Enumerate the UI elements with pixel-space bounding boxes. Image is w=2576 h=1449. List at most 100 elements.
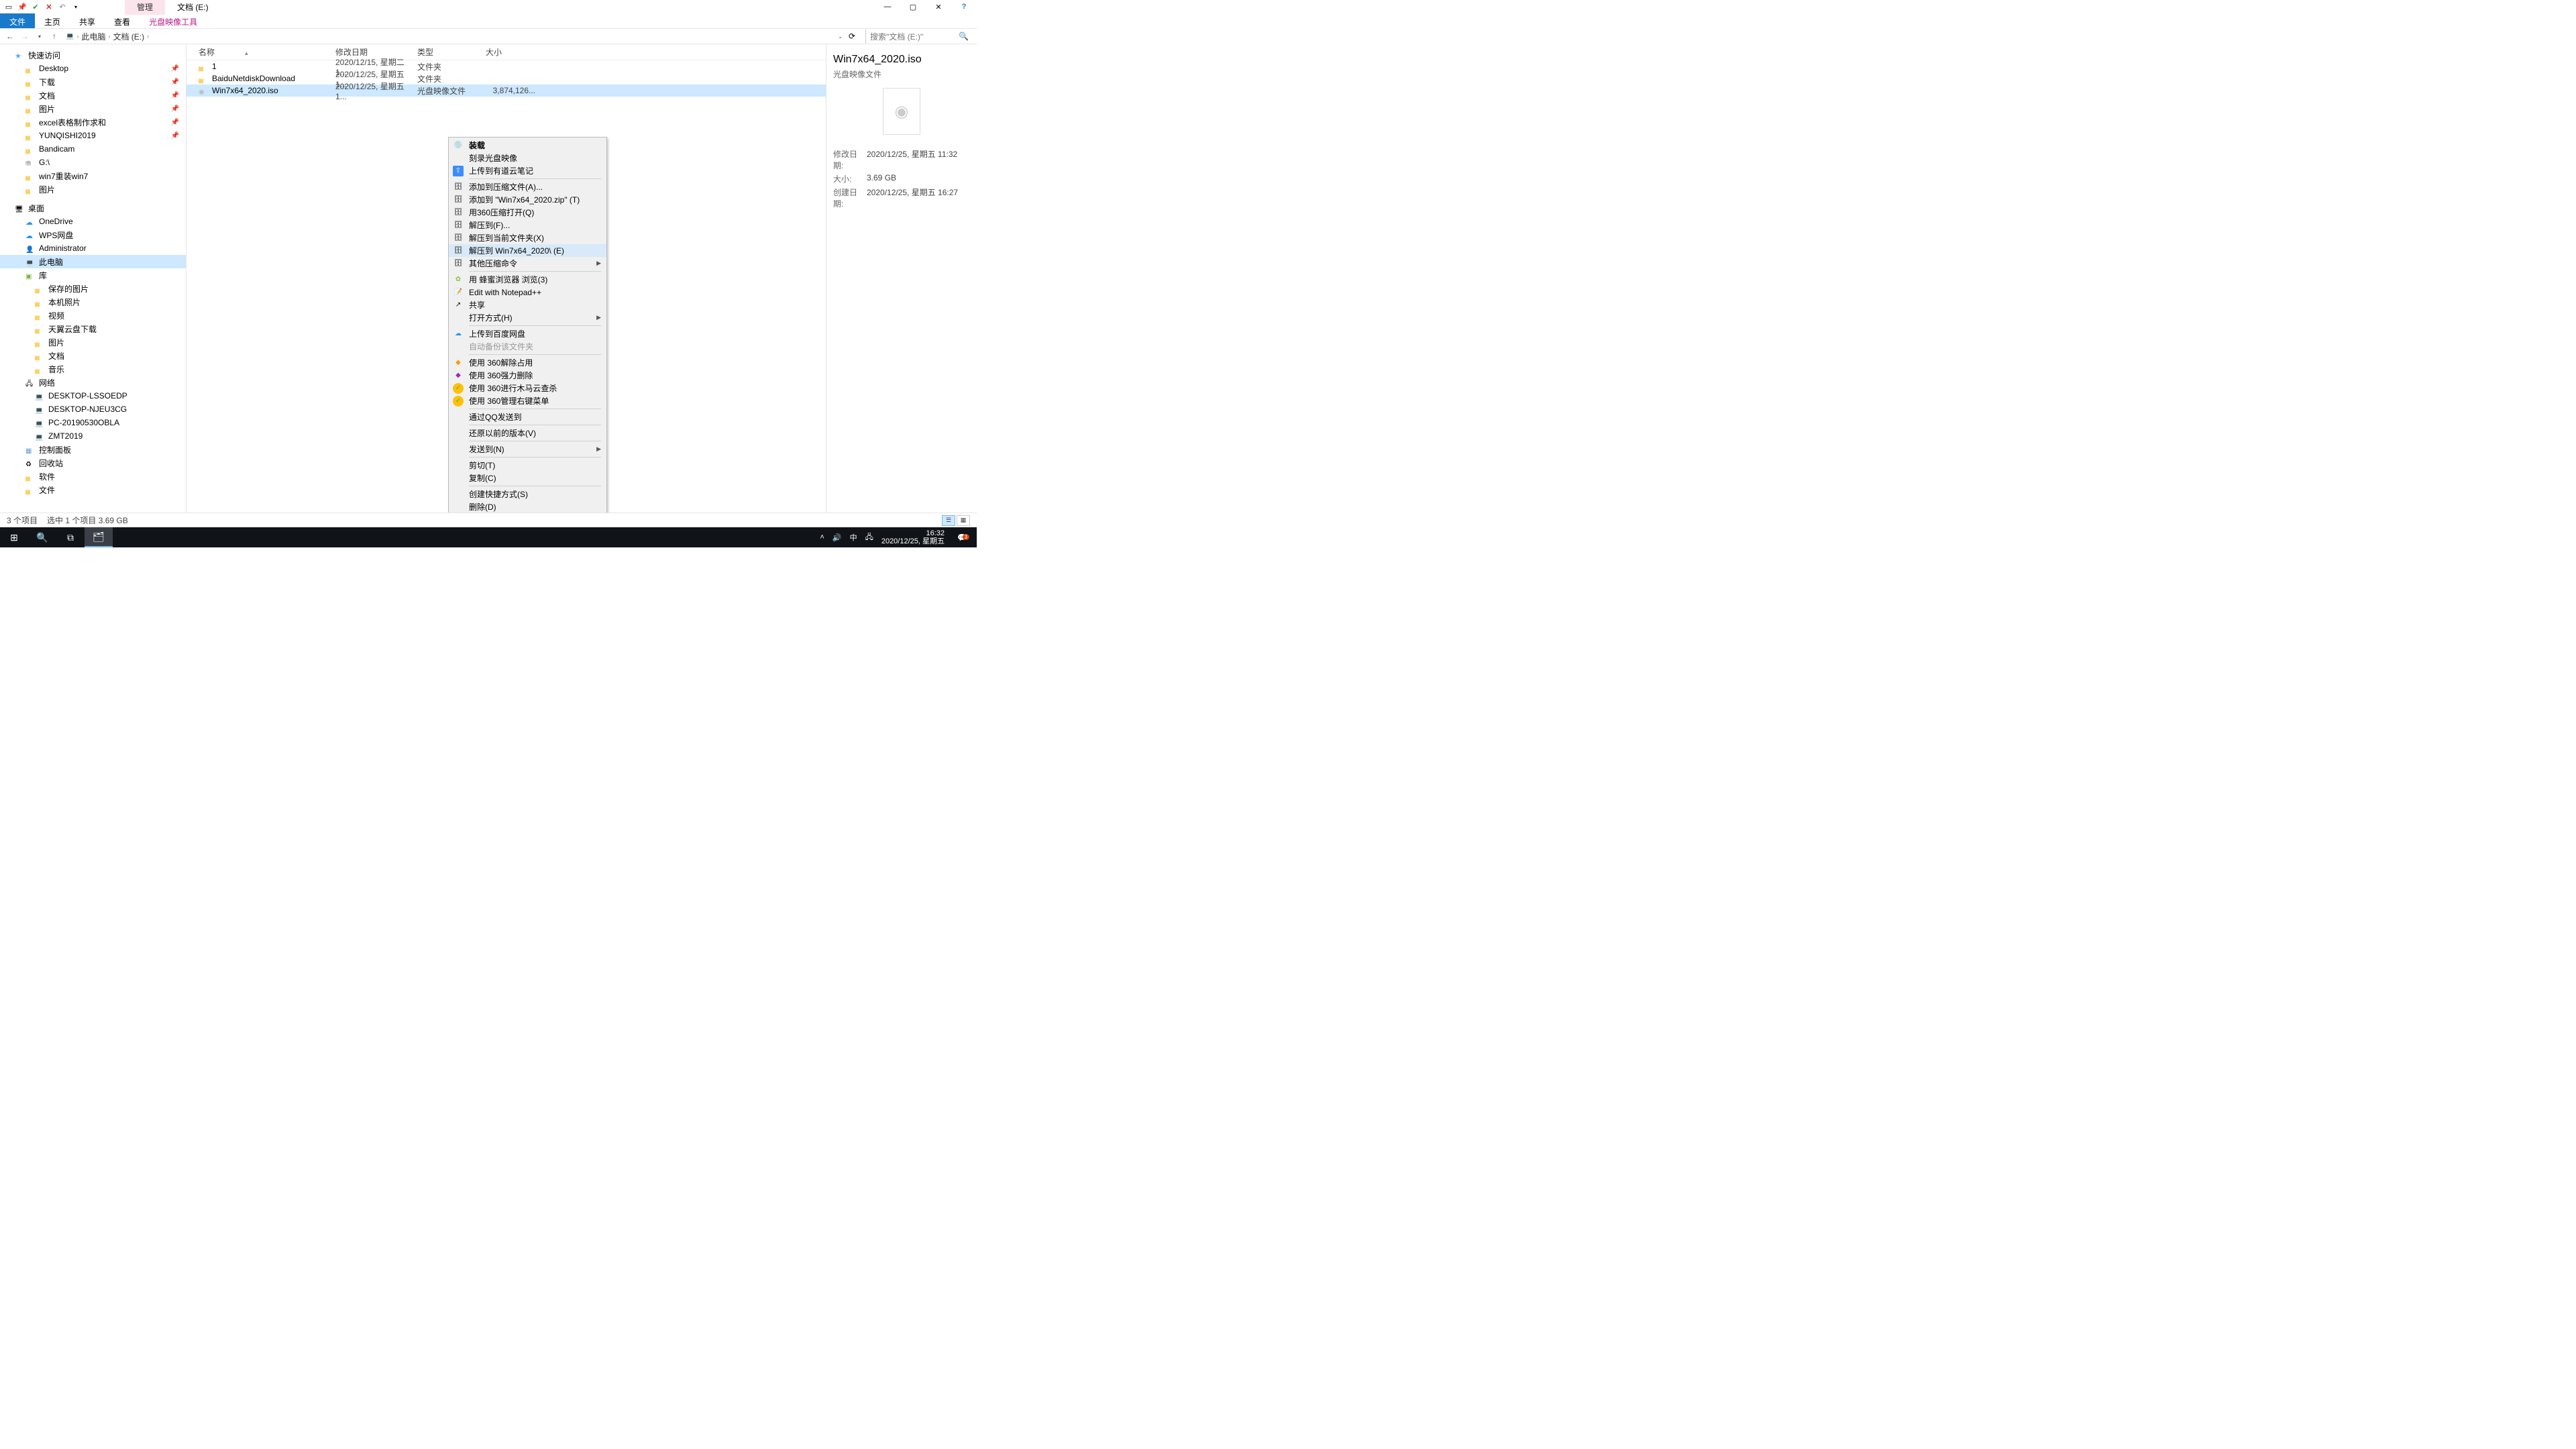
breadcrumb[interactable]: 💻 › 此电脑 › 文档 (E:) › <box>63 31 835 42</box>
tree-music[interactable]: 音乐 <box>0 362 186 376</box>
close-button[interactable]: ✕ <box>926 0 951 13</box>
tree-controlpanel[interactable]: 控制面板 <box>0 443 186 456</box>
nav-history-dropdown[interactable]: ▾ <box>34 34 46 40</box>
menu-extract-named[interactable]: 🗄解压到 Win7x64_2020\ (E) <box>449 244 606 257</box>
breadcrumb-thispc[interactable]: 此电脑 <box>81 31 105 42</box>
navigation-tree[interactable]: 快速访问 Desktop📌 下载📌 文档📌 图片📌 excel表格制作求和📌 Y… <box>0 44 186 514</box>
ribbon-tab-home[interactable]: 主页 <box>35 13 70 28</box>
ribbon-tab-file[interactable]: 文件 <box>0 13 35 28</box>
nav-up-button[interactable]: ↑ <box>48 32 60 41</box>
menu-extract-to[interactable]: 🗄解压到(F)... <box>449 219 606 231</box>
refresh-button[interactable]: ⟳ <box>845 32 859 41</box>
tree-desktop-root[interactable]: 桌面 <box>0 201 186 215</box>
help-button[interactable]: ? <box>951 0 977 13</box>
menu-mount[interactable]: 💿装载 <box>449 139 606 152</box>
ribbon-tab-disctools[interactable]: 光盘映像工具 <box>140 13 207 28</box>
view-icons-button[interactable]: ▦ <box>957 515 970 526</box>
menu-add-zip[interactable]: 🗄添加到 "Win7x64_2020.zip" (T) <box>449 193 606 206</box>
tray-chevron-icon[interactable]: ˄ <box>820 533 824 541</box>
tree-excel[interactable]: excel表格制作求和📌 <box>0 115 186 129</box>
nav-forward-button[interactable]: → <box>19 32 31 41</box>
file-row[interactable]: 12020/12/15, 星期二 1...文件夹 <box>186 60 826 72</box>
tree-recyclebin[interactable]: 回收站 <box>0 456 186 470</box>
tree-pics3[interactable]: 图片 <box>0 335 186 349</box>
tree-bandicam[interactable]: Bandicam <box>0 142 186 156</box>
menu-qq-send[interactable]: 通过QQ发送到 <box>449 411 606 423</box>
ribbon-tab-view[interactable]: 查看 <box>105 13 140 28</box>
tree-files[interactable]: 文件 <box>0 483 186 496</box>
tray-clock[interactable]: 16:32 2020/12/25, 星期五 <box>881 529 945 545</box>
menu-360-manage[interactable]: ✓使用 360管理右键菜单 <box>449 394 606 407</box>
menu-bee-browser[interactable]: ✿用 蜂蜜浏览器 浏览(3) <box>449 273 606 286</box>
tree-localpics[interactable]: 本机照片 <box>0 295 186 309</box>
file-row[interactable]: Win7x64_2020.iso2020/12/25, 星期五 1...光盘映像… <box>186 85 826 97</box>
menu-notepad[interactable]: 📝Edit with Notepad++ <box>449 286 606 299</box>
menu-copy[interactable]: 复制(C) <box>449 472 606 484</box>
taskview-button[interactable]: ⧉ <box>56 527 85 547</box>
context-tab-manage[interactable]: 管理 <box>125 0 165 15</box>
tree-videos[interactable]: 视频 <box>0 309 186 322</box>
tree-library[interactable]: 库 <box>0 268 186 282</box>
qat-pin-icon[interactable]: 📌 <box>16 1 28 13</box>
tray-ime-indicator[interactable]: 中 <box>850 532 857 543</box>
menu-restore-version[interactable]: 还原以前的版本(V) <box>449 427 606 439</box>
tree-net-pc4[interactable]: ZMT2019 <box>0 429 186 443</box>
tree-onedrive[interactable]: OneDrive <box>0 215 186 228</box>
qat-delete-icon[interactable]: ✕ <box>43 1 55 13</box>
menu-burn[interactable]: 刻录光盘映像 <box>449 152 606 164</box>
menu-open-360zip[interactable]: 🗄用360压缩打开(Q) <box>449 206 606 219</box>
file-row[interactable]: BaiduNetdiskDownload2020/12/25, 星期五 1...… <box>186 72 826 85</box>
tree-yunqishi[interactable]: YUNQISHI2019📌 <box>0 129 186 142</box>
tree-net-pc2[interactable]: DESKTOP-NJEU3CG <box>0 402 186 416</box>
menu-baidu-upload[interactable]: ☁上传到百度网盘 <box>449 327 606 340</box>
tree-net-pc3[interactable]: PC-20190530OBLA <box>0 416 186 429</box>
tree-pictures2[interactable]: 图片 <box>0 182 186 196</box>
view-details-button[interactable]: ☰ <box>942 515 955 526</box>
tray-volume-icon[interactable]: 🔊 <box>833 533 842 542</box>
tree-admin[interactable]: Administrator <box>0 241 186 255</box>
tree-network[interactable]: 网络 <box>0 376 186 389</box>
menu-shortcut[interactable]: 创建快捷方式(S) <box>449 488 606 500</box>
menu-delete[interactable]: 删除(D) <box>449 500 606 513</box>
qat-check-icon[interactable]: ✔ <box>30 1 42 13</box>
ribbon-tab-share[interactable]: 共享 <box>70 13 105 28</box>
tree-downloads[interactable]: 下载📌 <box>0 75 186 89</box>
tree-software[interactable]: 软件 <box>0 470 186 483</box>
search-task-button[interactable]: 🔍 <box>28 527 56 547</box>
menu-cut[interactable]: 剪切(T) <box>449 459 606 472</box>
tray-notifications[interactable]: 💬3 <box>953 533 971 542</box>
tree-net-pc1[interactable]: DESKTOP-LSSOEDP <box>0 389 186 402</box>
minimize-button[interactable]: — <box>875 0 900 13</box>
tree-win7reinstall[interactable]: win7重装win7 <box>0 169 186 182</box>
tree-pictures[interactable]: 图片📌 <box>0 102 186 115</box>
nav-back-button[interactable]: ← <box>4 32 16 41</box>
column-type[interactable]: 类型 <box>417 46 486 58</box>
menu-share[interactable]: ↗共享 <box>449 299 606 311</box>
menu-360-forcedelete[interactable]: ◆使用 360强力删除 <box>449 369 606 382</box>
tree-savedpics[interactable]: 保存的图片 <box>0 282 186 295</box>
tree-gdrive[interactable]: G:\ <box>0 156 186 169</box>
menu-send-to[interactable]: 发送到(N)▶ <box>449 443 606 455</box>
qat-undo-icon[interactable]: ↶ <box>56 1 68 13</box>
tree-tianyi[interactable]: 天翼云盘下载 <box>0 322 186 335</box>
menu-youdao[interactable]: ⇧上传到有道云笔记 <box>449 164 606 177</box>
search-input[interactable]: 搜索"文档 (E:)" 🔍 <box>865 30 973 44</box>
breadcrumb-drive[interactable]: 文档 (E:) <box>113 31 144 42</box>
explorer-task-button[interactable]: 🗂 <box>85 527 113 547</box>
maximize-button[interactable]: ▢ <box>900 0 926 13</box>
tree-quick-access[interactable]: 快速访问 <box>0 48 186 62</box>
menu-extract-here[interactable]: 🗄解压到当前文件夹(X) <box>449 231 606 244</box>
tree-documents[interactable]: 文档📌 <box>0 89 186 102</box>
tree-docs2[interactable]: 文档 <box>0 349 186 362</box>
menu-360-trojan[interactable]: ✓使用 360进行木马云查杀 <box>449 382 606 394</box>
menu-add-archive[interactable]: 🗄添加到压缩文件(A)... <box>449 180 606 193</box>
tree-thispc[interactable]: 此电脑 <box>0 255 186 268</box>
tray-network-icon[interactable]: 🖧 <box>865 531 873 544</box>
qat-dropdown-icon[interactable]: ▾ <box>70 1 82 13</box>
column-size[interactable]: 大小 <box>486 46 539 58</box>
menu-other-compress[interactable]: 🗄其他压缩命令▶ <box>449 257 606 270</box>
menu-360-unblock[interactable]: ◆使用 360解除占用 <box>449 356 606 369</box>
tree-wps[interactable]: WPS网盘 <box>0 228 186 241</box>
tree-desktop[interactable]: Desktop📌 <box>0 62 186 75</box>
start-button[interactable]: ⊞ <box>0 527 28 547</box>
